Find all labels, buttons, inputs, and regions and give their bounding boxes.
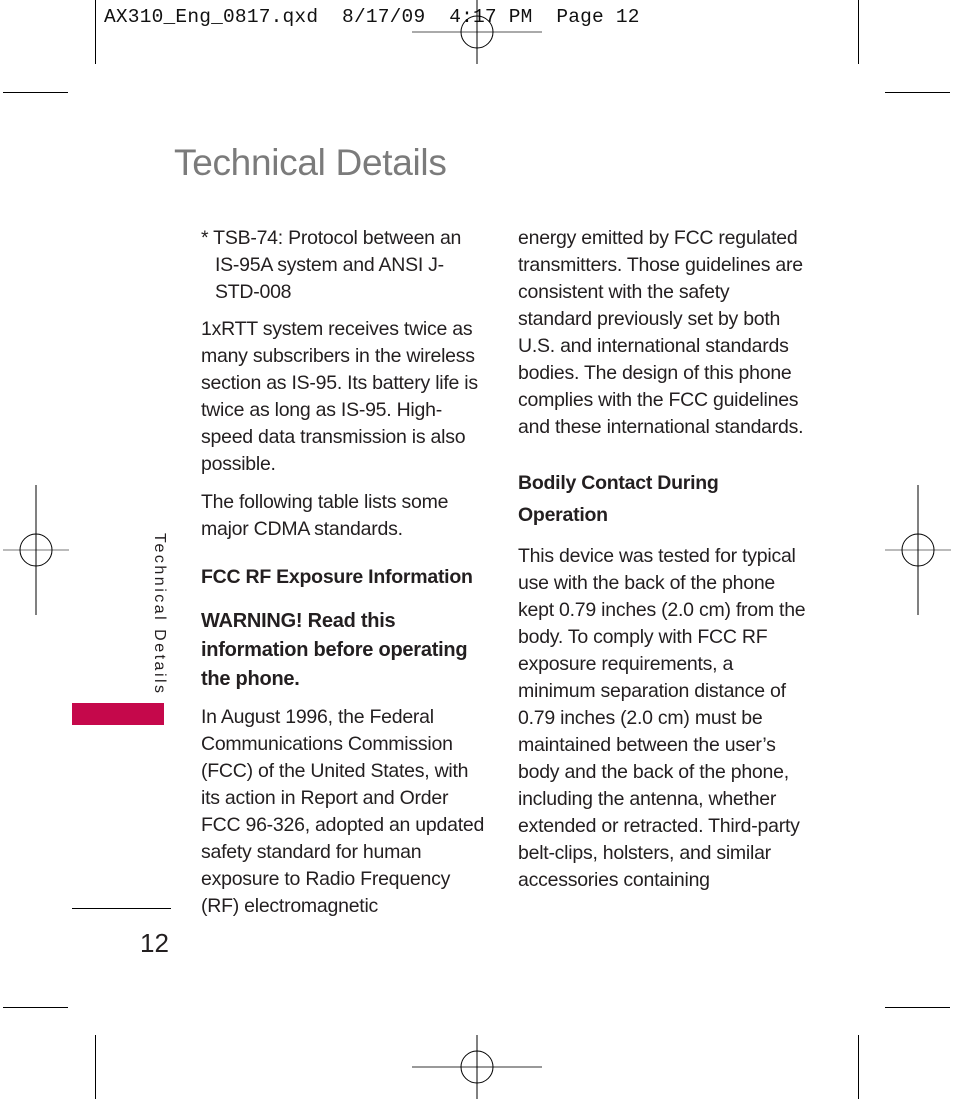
crop-mark-top-right-vertical (858, 0, 859, 64)
side-tab-accent-bar (72, 703, 164, 725)
crop-mark-top-left-horizontal (3, 92, 68, 93)
paragraph-fcc-guidelines: energy emitted by FCC regulated transmit… (518, 227, 804, 438)
paragraph-table-intro: The following table lists some major CDM… (201, 491, 449, 540)
crop-mark-top-right-horizontal (885, 92, 950, 93)
slug-filename: AX310_Eng_0817.qxd (104, 6, 319, 28)
warning-text: WARNING! Read this information before op… (201, 610, 468, 690)
crop-mark-bottom-left-horizontal (3, 1007, 68, 1008)
registration-mark-left (3, 485, 69, 615)
standards-bullet: * TSB-74: Protocol between an IS-95A sys… (201, 227, 462, 303)
footer-rule (72, 908, 171, 909)
crop-mark-bottom-right-vertical (858, 1035, 859, 1099)
registration-mark-bottom (412, 1035, 542, 1099)
print-slug: AX310_Eng_0817.qxd 8/17/09 4:17 PM Page … (104, 6, 640, 28)
registration-mark-top (412, 0, 542, 64)
crop-mark-top-left-vertical (95, 0, 96, 64)
page-title: Technical Details (174, 142, 447, 183)
page-number: 12 (140, 928, 169, 958)
side-tab-label: Technical Details (151, 533, 168, 696)
right-column: energy emitted by FCC regulated transmit… (518, 225, 808, 905)
section-heading-bodily-contact: Bodily Contact During Operation (518, 472, 719, 526)
crop-mark-bottom-right-horizontal (885, 1007, 950, 1008)
section-heading-fcc-rf: FCC RF Exposure Information (201, 566, 473, 588)
paragraph-bodily-contact: This device was tested for typical use w… (518, 545, 806, 891)
left-column: * TSB-74: Protocol between an IS-95A sys… (201, 225, 486, 931)
paragraph-1xrtt: 1xRTT system receives twice as many subs… (201, 318, 478, 475)
slug-page: Page 12 (556, 6, 640, 28)
crop-mark-bottom-left-vertical (95, 1035, 96, 1099)
registration-mark-right (885, 485, 951, 615)
paragraph-fcc-history: In August 1996, the Federal Communicatio… (201, 706, 485, 917)
